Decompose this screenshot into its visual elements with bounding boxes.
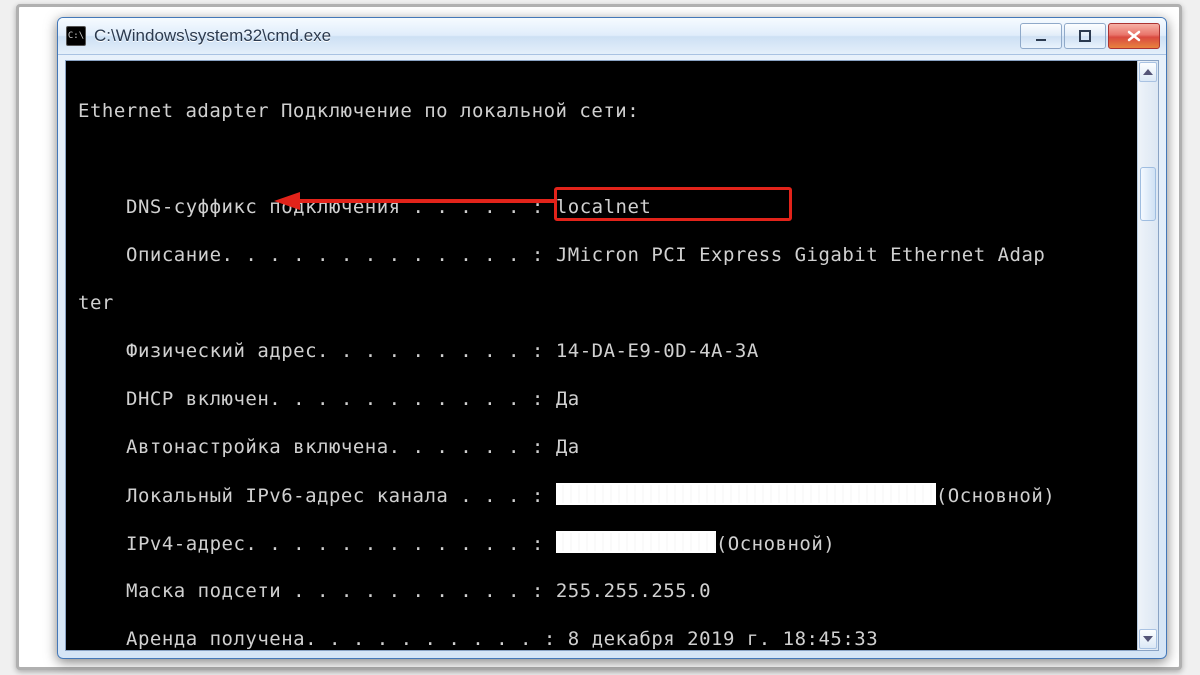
label: Описание. . . . . . . . . . . . . : xyxy=(126,244,544,266)
row-ipv6-link: Локальный IPv6-адрес канала . . . : (Осн… xyxy=(66,483,1158,507)
minimize-button[interactable] xyxy=(1020,23,1062,49)
row-ipv4: IPv4-адрес. . . . . . . . . . . . : (Осн… xyxy=(66,531,1158,555)
blank-line xyxy=(66,147,1158,171)
row-description-wrap: ter xyxy=(66,291,1158,315)
row-phys-addr: Физический адрес. . . . . . . . . : 14-D… xyxy=(66,339,1158,363)
scroll-thumb[interactable] xyxy=(1140,167,1156,221)
value: JMicron PCI Express Gigabit Ethernet Ada… xyxy=(556,244,1046,266)
value-tail: (Основной) xyxy=(936,485,1055,507)
label: Аренда получена. . . . . . . . . . : xyxy=(126,628,556,650)
window-title: C:\Windows\system32\cmd.exe xyxy=(94,26,1020,46)
terminal-output: Ethernet adapter Подключение по локально… xyxy=(66,61,1158,650)
value-tail: (Основной) xyxy=(716,533,835,555)
value: 255.255.255.0 xyxy=(556,580,711,602)
outer-frame: C:\ C:\Windows\system32\cmd.exe Ethernet… xyxy=(16,4,1182,670)
cmd-icon: C:\ xyxy=(66,26,86,46)
value: Да xyxy=(556,388,580,410)
scroll-down-button[interactable] xyxy=(1139,629,1157,649)
row-dns-suffix: DNS-суффикс подключения . . . . . : loca… xyxy=(66,195,1158,219)
row-description: Описание. . . . . . . . . . . . . : JMic… xyxy=(66,243,1158,267)
terminal-area[interactable]: Ethernet adapter Подключение по локально… xyxy=(65,60,1159,651)
scroll-up-button[interactable] xyxy=(1139,62,1157,82)
adapter-header: Ethernet adapter Подключение по локально… xyxy=(66,99,1158,123)
titlebar[interactable]: C:\ C:\Windows\system32\cmd.exe xyxy=(58,18,1166,55)
value: localnet xyxy=(556,196,652,218)
value: Да xyxy=(556,436,580,458)
label: Физический адрес. . . . . . . . . : xyxy=(126,340,544,362)
label: IPv4-адрес. . . . . . . . . . . . : xyxy=(126,533,544,555)
maximize-button[interactable] xyxy=(1064,23,1106,49)
cmd-window: C:\ C:\Windows\system32\cmd.exe Ethernet… xyxy=(57,17,1167,659)
row-subnet-mask: Маска подсети . . . . . . . . . . : 255.… xyxy=(66,579,1158,603)
row-autoconfig: Автонастройка включена. . . . . . : Да xyxy=(66,435,1158,459)
close-button[interactable] xyxy=(1108,23,1160,49)
label: Локальный IPv6-адрес канала . . . : xyxy=(126,485,544,507)
label: Маска подсети . . . . . . . . . . : xyxy=(126,580,544,602)
value: 14-DA-E9-0D-4A-3A xyxy=(556,340,759,362)
row-dhcp-enabled: DHCP включен. . . . . . . . . . . : Да xyxy=(66,387,1158,411)
window-controls xyxy=(1020,23,1160,49)
vertical-scrollbar[interactable] xyxy=(1137,61,1158,650)
row-lease-obtained: Аренда получена. . . . . . . . . . : 8 д… xyxy=(66,627,1158,651)
label: Автонастройка включена. . . . . . : xyxy=(126,436,544,458)
value: 8 декабря 2019 г. 18:45:33 xyxy=(568,628,878,650)
label: DHCP включен. . . . . . . . . . . : xyxy=(126,388,544,410)
label: DNS-суффикс подключения . . . . . : xyxy=(126,196,544,218)
redacted-value xyxy=(556,483,936,505)
redacted-value xyxy=(556,531,716,553)
